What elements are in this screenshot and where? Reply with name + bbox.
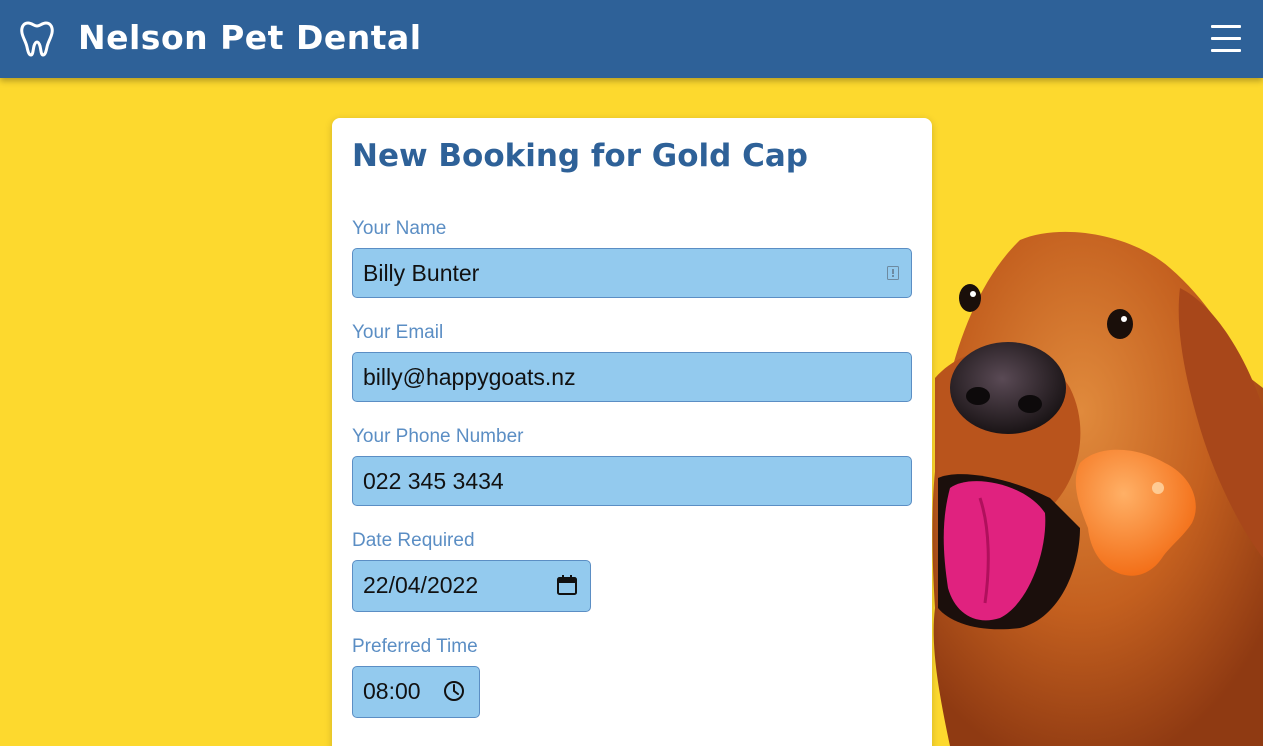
email-value: billy@happygoats.nz bbox=[363, 364, 576, 390]
calendar-icon[interactable] bbox=[556, 574, 578, 596]
name-value: Billy Bunter bbox=[363, 260, 480, 286]
phone-value: 022 345 3434 bbox=[363, 468, 504, 494]
clock-icon[interactable] bbox=[443, 680, 465, 702]
top-navbar: Nelson Pet Dental bbox=[0, 0, 1263, 78]
phone-input[interactable]: 022 345 3434 bbox=[352, 456, 912, 506]
email-label: Your Email bbox=[352, 322, 444, 343]
dog-photo bbox=[932, 231, 1263, 746]
date-label: Date Required bbox=[352, 530, 475, 551]
time-label: Preferred Time bbox=[352, 636, 478, 657]
booking-form-card: New Booking for Gold Cap Your Name Billy… bbox=[332, 118, 932, 746]
email-input[interactable]: billy@happygoats.nz bbox=[352, 352, 912, 402]
name-input[interactable]: Billy Bunter bbox=[352, 248, 912, 298]
date-input[interactable]: 22/04/2022 bbox=[352, 560, 591, 612]
name-label: Your Name bbox=[352, 218, 447, 239]
form-title: New Booking for Gold Cap bbox=[352, 138, 808, 174]
contact-card-icon[interactable] bbox=[887, 266, 899, 280]
date-value: 22/04/2022 bbox=[363, 572, 479, 598]
brand-title[interactable]: Nelson Pet Dental bbox=[78, 18, 422, 57]
tooth-icon bbox=[20, 21, 54, 57]
hamburger-menu-icon[interactable] bbox=[1208, 23, 1244, 55]
time-value: 08:00 bbox=[363, 678, 421, 704]
time-input[interactable]: 08:00 bbox=[352, 666, 480, 718]
phone-label: Your Phone Number bbox=[352, 426, 524, 447]
